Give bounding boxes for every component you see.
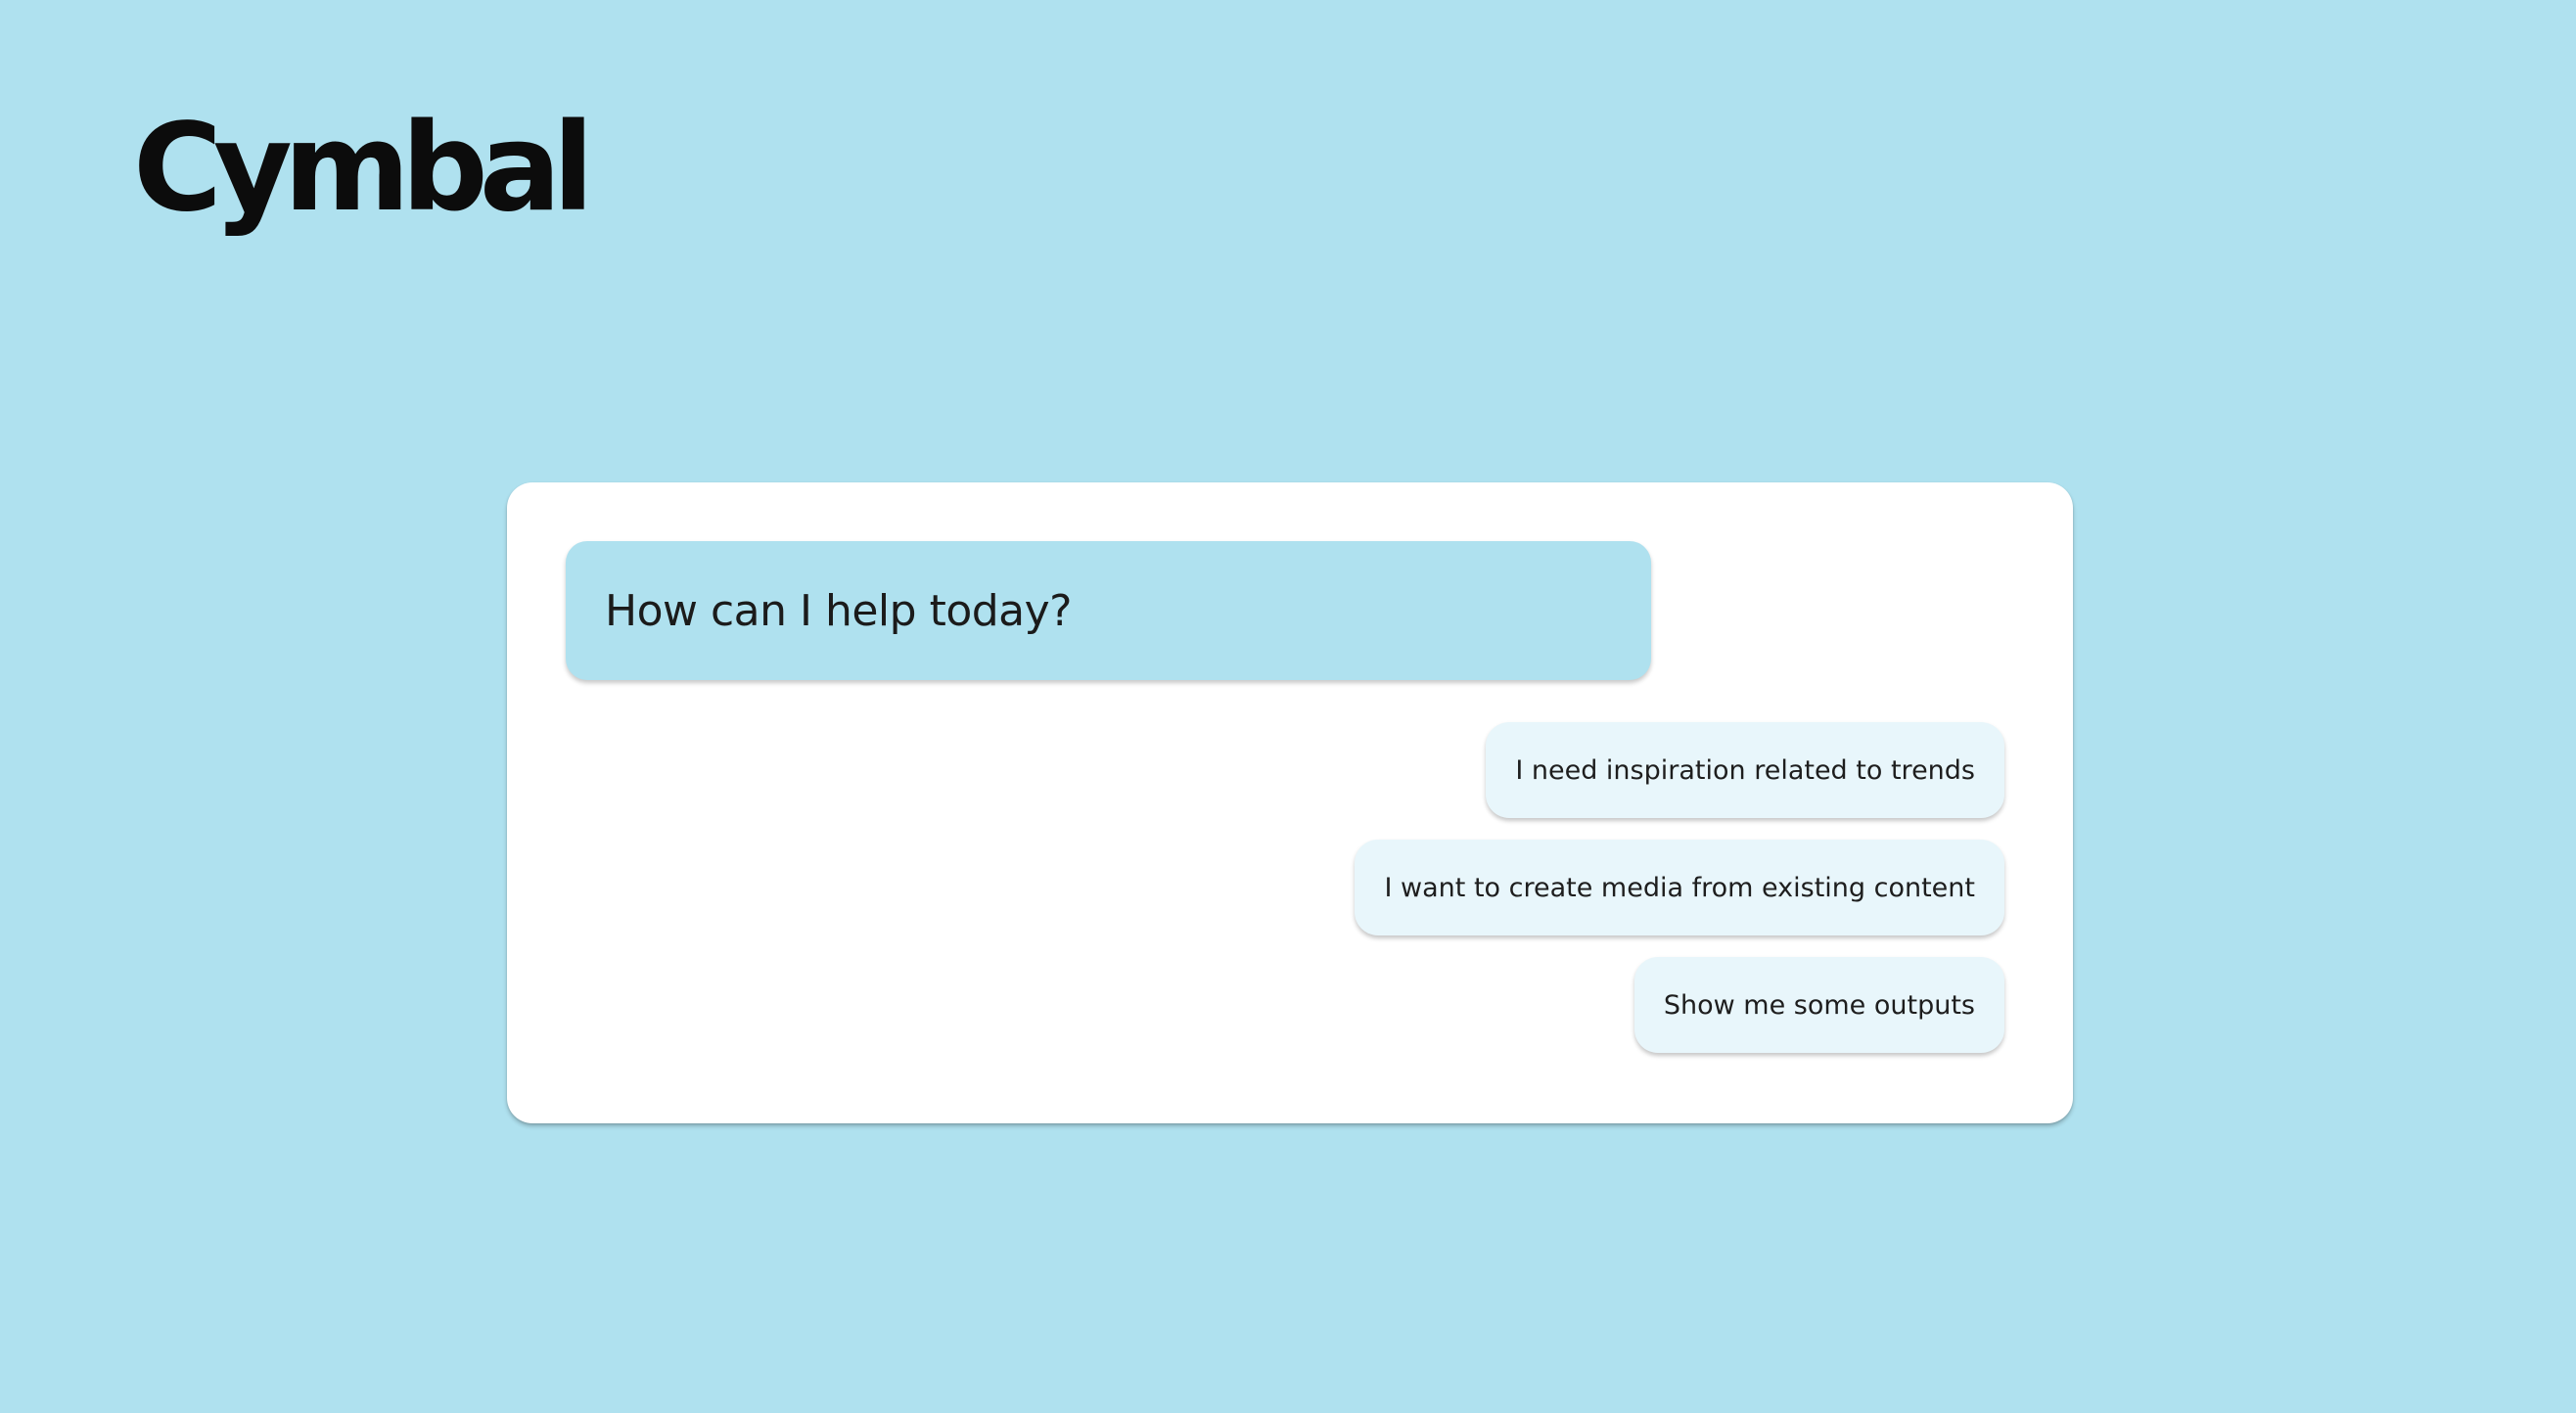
suggestion-chip-create-media[interactable]: I want to create media from existing con…: [1355, 840, 2004, 935]
assistant-message-text: How can I help today?: [605, 585, 1073, 636]
suggestion-list: I need inspiration related to trends I w…: [1355, 722, 2004, 1053]
suggestion-chip-trends[interactable]: I need inspiration related to trends: [1486, 722, 2004, 818]
brand-logo: Cymbal: [133, 98, 594, 239]
suggestion-chip-show-outputs[interactable]: Show me some outputs: [1633, 957, 2004, 1053]
chat-card: How can I help today? I need inspiration…: [507, 482, 2073, 1123]
assistant-message-bubble: How can I help today?: [566, 541, 1651, 680]
